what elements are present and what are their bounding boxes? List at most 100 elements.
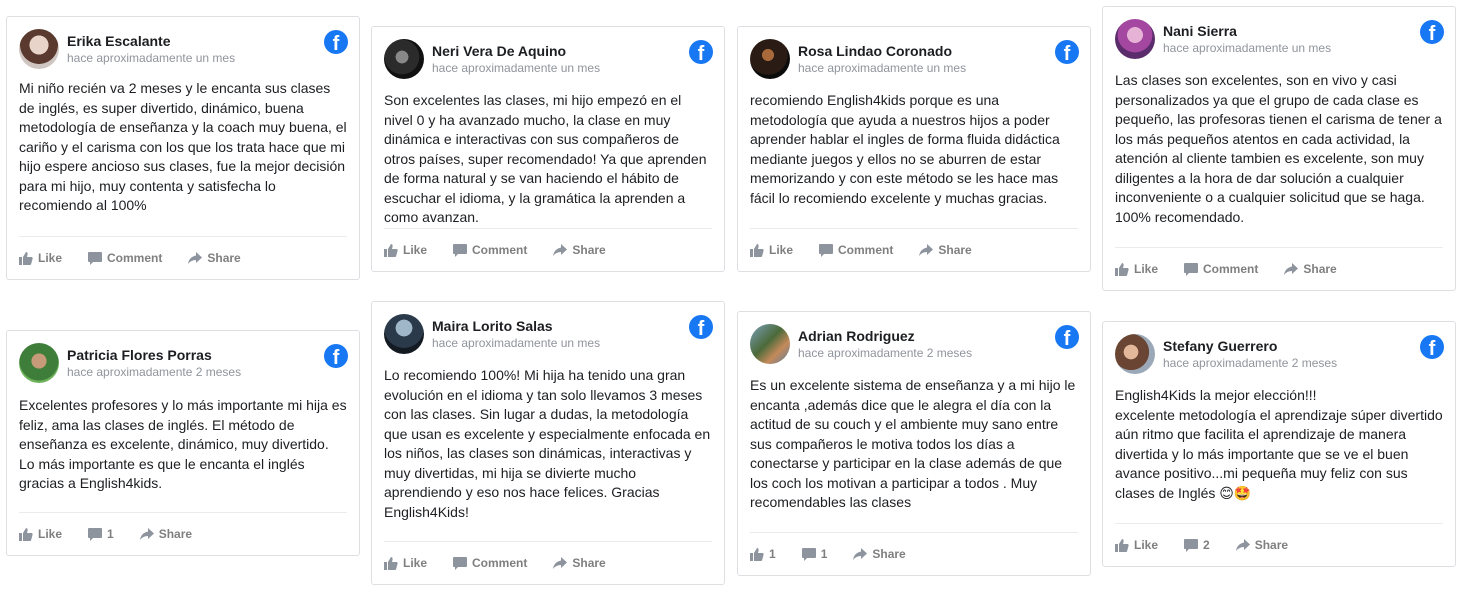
review-time[interactable]: hace aproximadamente un mes — [67, 51, 235, 65]
like-label: Like — [1134, 538, 1159, 552]
facebook-icon[interactable]: f — [324, 30, 348, 54]
review-actions: Like Comment Share — [384, 541, 712, 584]
comment-label: Comment — [1203, 262, 1259, 276]
share-arrow-icon — [1284, 263, 1299, 275]
avatar[interactable] — [19, 29, 59, 69]
review-time[interactable]: hace aproximadamente un mes — [798, 61, 966, 75]
facebook-icon[interactable]: f — [1420, 335, 1444, 359]
avatar[interactable] — [750, 324, 790, 364]
review-text: Las clases son excelentes, son en vivo y… — [1115, 72, 1442, 225]
comment-button[interactable]: Comment — [453, 556, 527, 570]
like-button[interactable]: Like — [750, 243, 793, 257]
like-button[interactable]: Like — [384, 243, 427, 257]
facebook-icon[interactable]: f — [1055, 325, 1079, 349]
thumbs-up-icon — [1115, 262, 1129, 276]
facebook-icon[interactable]: f — [689, 315, 713, 339]
like-button[interactable]: Like — [19, 251, 62, 265]
comment-button[interactable]: Comment — [88, 251, 162, 265]
facebook-icon[interactable]: f — [1055, 40, 1079, 64]
reviewer-name[interactable]: Rosa Lindao Coronado — [798, 43, 952, 59]
share-label: Share — [572, 556, 606, 570]
thumbs-up-icon — [750, 243, 764, 257]
share-label: Share — [158, 527, 193, 541]
avatar[interactable] — [384, 39, 424, 79]
review-time[interactable]: hace aproximadamente 2 meses — [67, 365, 241, 379]
review-time[interactable]: hace aproximadamente 2 meses — [798, 346, 972, 360]
comment-button[interactable]: 1 — [801, 547, 828, 561]
reviewer-name[interactable]: Nani Sierra — [1163, 23, 1237, 39]
share-arrow-icon — [553, 557, 568, 569]
comment-count: 1 — [820, 547, 828, 561]
comment-button[interactable]: 1 — [88, 527, 114, 541]
like-label: Like — [403, 556, 428, 570]
share-button[interactable]: Share — [853, 547, 906, 561]
comment-button[interactable]: Comment — [453, 243, 527, 257]
share-button[interactable]: Share — [139, 527, 193, 541]
comment-icon — [1184, 538, 1199, 552]
comment-label: Comment — [472, 556, 528, 570]
comment-count: 1 — [107, 527, 114, 541]
reviewer-name[interactable]: Maira Lorito Salas — [432, 318, 553, 334]
thumbs-up-icon — [19, 527, 33, 541]
review-time[interactable]: hace aproximadamente 2 meses — [1163, 356, 1337, 370]
like-button[interactable]: Like — [19, 527, 62, 541]
avatar[interactable] — [1115, 334, 1155, 374]
review-text: Son excelentes las clases, mi hijo empez… — [384, 92, 707, 225]
review-card: Stefany Guerrero hace aproximadamente 2 … — [1102, 321, 1456, 567]
comment-icon — [1184, 262, 1199, 276]
like-label: Like — [38, 527, 63, 541]
share-arrow-icon — [553, 244, 568, 256]
avatar[interactable] — [750, 39, 790, 79]
avatar[interactable] — [19, 343, 59, 383]
review-actions: Like Comment Share — [750, 228, 1078, 271]
comment-count: 2 — [1203, 538, 1210, 552]
reviewer-name[interactable]: Adrian Rodriguez — [798, 328, 915, 344]
like-button[interactable]: 1 — [750, 547, 776, 561]
review-text: Mi niño recién va 2 meses y le encanta s… — [19, 80, 347, 213]
avatar[interactable] — [384, 314, 424, 354]
thumbs-up-icon — [1115, 538, 1129, 552]
facebook-icon[interactable]: f — [1420, 20, 1444, 44]
facebook-icon[interactable]: f — [324, 344, 348, 368]
share-label: Share — [938, 243, 972, 257]
share-button[interactable]: Share — [553, 243, 606, 257]
share-label: Share — [872, 547, 906, 561]
reviewer-name[interactable]: Erika Escalante — [67, 33, 171, 49]
comment-button[interactable]: 2 — [1184, 538, 1210, 552]
comment-button[interactable]: Comment — [1184, 262, 1258, 276]
review-card: Erika Escalante hace aproximadamente un … — [6, 16, 360, 280]
review-actions: 1 1 Share — [750, 532, 1078, 575]
facebook-icon[interactable]: f — [689, 40, 713, 64]
share-button[interactable]: Share — [919, 243, 972, 257]
reviewer-name[interactable]: Neri Vera De Aquino — [432, 43, 566, 59]
comment-icon — [453, 243, 468, 257]
review-time[interactable]: hace aproximadamente un mes — [432, 61, 600, 75]
share-button[interactable]: Share — [1235, 538, 1288, 552]
share-arrow-icon — [188, 252, 203, 264]
comment-icon — [88, 527, 103, 541]
review-card: Adrian Rodriguez hace aproximadamente 2 … — [737, 311, 1091, 576]
share-button[interactable]: Share — [188, 251, 241, 265]
review-time[interactable]: hace aproximadamente un mes — [1163, 41, 1331, 55]
thumbs-up-icon — [384, 556, 398, 570]
share-button[interactable]: Share — [553, 556, 606, 570]
share-button[interactable]: Share — [1284, 262, 1337, 276]
reviewer-name[interactable]: Stefany Guerrero — [1163, 338, 1277, 354]
avatar[interactable] — [1115, 19, 1155, 59]
reviewer-name[interactable]: Patricia Flores Porras — [67, 347, 212, 363]
comment-button[interactable]: Comment — [819, 243, 893, 257]
like-button[interactable]: Like — [1115, 538, 1158, 552]
like-label: Like — [38, 251, 63, 265]
review-time[interactable]: hace aproximadamente un mes — [432, 336, 600, 350]
review-text: English4Kids la mejor elección!!! excele… — [1115, 387, 1443, 501]
like-button[interactable]: Like — [1115, 262, 1158, 276]
like-count: 1 — [769, 547, 776, 561]
like-label: Like — [1134, 262, 1159, 276]
review-card: Nani Sierra hace aproximadamente un mes … — [1102, 6, 1456, 291]
review-actions: Like Comment Share — [1115, 247, 1443, 290]
like-button[interactable]: Like — [384, 556, 427, 570]
review-actions: Like 2 Share — [1115, 523, 1443, 566]
thumbs-up-icon — [750, 547, 764, 561]
comment-icon — [819, 243, 834, 257]
share-label: Share — [207, 251, 241, 265]
